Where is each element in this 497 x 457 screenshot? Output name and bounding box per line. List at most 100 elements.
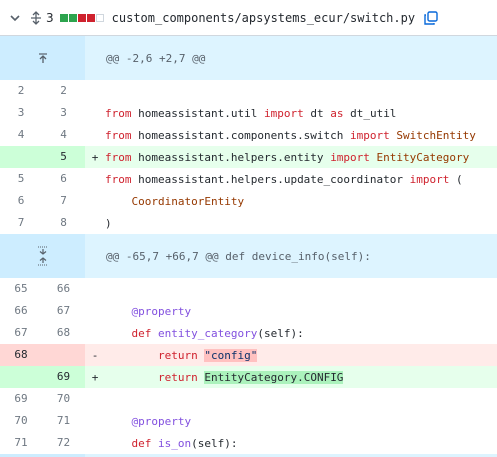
new-line-number[interactable]: 69 xyxy=(42,366,85,388)
code-token: dt xyxy=(303,106,331,120)
new-line-number[interactable]: 4 xyxy=(42,124,85,146)
old-line-number[interactable]: 70 xyxy=(0,410,42,432)
code-text: def entity_category(self): xyxy=(105,327,497,340)
code-text: from homeassistant.helpers.update_coordi… xyxy=(105,173,497,186)
new-line-number[interactable]: 3 xyxy=(42,102,85,124)
old-line-number[interactable]: 66 xyxy=(0,300,42,322)
context-line: 5 6 from homeassistant.helpers.update_coor… xyxy=(0,168,497,190)
old-line-number[interactable]: 2 xyxy=(0,80,42,102)
old-line-number[interactable] xyxy=(0,146,42,168)
new-line-number[interactable]: 67 xyxy=(42,300,85,322)
hunk-range: @@ -2,6 +2,7 @@ xyxy=(106,51,206,65)
diffstat-block xyxy=(68,13,77,22)
code-token: ( xyxy=(449,172,463,186)
code-token: SwitchEntity xyxy=(389,128,476,142)
expand-up-icon[interactable] xyxy=(0,36,85,80)
context-line: 4 4 from homeassistant.components.switch i… xyxy=(0,124,497,146)
code-token: is_on xyxy=(151,436,192,450)
old-line-number[interactable]: 6 xyxy=(0,190,42,212)
code-token: homeassistant.helpers.update_coordinator xyxy=(131,172,410,186)
code-token: CoordinatorEntity xyxy=(131,194,245,208)
code-text: return "config" xyxy=(105,348,497,362)
code-text: @property xyxy=(105,305,497,318)
code-token: import xyxy=(350,128,390,142)
chevron-down-icon[interactable] xyxy=(8,11,22,25)
old-line-number[interactable]: 4 xyxy=(0,124,42,146)
removed-line: 68 - return "config" xyxy=(0,344,497,366)
code-token: from xyxy=(105,150,132,164)
code-token: return xyxy=(157,348,198,362)
diff-sign: - xyxy=(91,348,99,362)
new-line-number[interactable]: 70 xyxy=(42,388,85,410)
new-line-number[interactable]: 7 xyxy=(42,190,85,212)
code-text: from homeassistant.util import dt as dt_… xyxy=(105,107,497,120)
context-line: 70 71 @property xyxy=(0,410,497,432)
hunk-range: @@ -65,7 +66,7 @@ def device_info(self): xyxy=(106,249,371,263)
diff-sign: + xyxy=(91,150,99,164)
old-line-number[interactable]: 7 xyxy=(0,212,42,234)
code-token: as xyxy=(330,106,344,120)
old-line-number[interactable]: 3 xyxy=(0,102,42,124)
code-token: dt_util xyxy=(343,106,397,120)
file-path-link[interactable]: custom_components/apsystems_ecur/switch.… xyxy=(112,11,415,25)
expand-both-icon[interactable] xyxy=(0,234,85,278)
new-line-number[interactable]: 2 xyxy=(42,80,85,102)
diffstat-block xyxy=(95,13,104,22)
new-line-number[interactable]: 68 xyxy=(42,322,85,344)
context-line: 22 xyxy=(0,80,497,102)
file-header: 3 custom_components/apsystems_ecur/switc… xyxy=(0,0,497,36)
code-text: def is_on(self): xyxy=(105,437,497,450)
copy-icon[interactable] xyxy=(423,10,439,26)
code-token: (self): xyxy=(257,326,304,340)
new-line-number[interactable]: 66 xyxy=(42,278,85,300)
new-line-number[interactable]: 5 xyxy=(42,146,85,168)
new-line-number[interactable]: 71 xyxy=(42,410,85,432)
code-token: EntityCategory.CONFIG xyxy=(204,370,344,384)
code-token: EntityCategory xyxy=(369,150,470,164)
added-line: 69 + return EntityCategory.CONFIG xyxy=(0,366,497,388)
code-text: from homeassistant.components.switch imp… xyxy=(105,129,497,142)
old-line-number[interactable]: 71 xyxy=(0,432,42,454)
new-line-number[interactable]: 8 xyxy=(42,212,85,234)
old-line-number[interactable]: 65 xyxy=(0,278,42,300)
code-text: @property xyxy=(105,415,497,428)
new-line-number[interactable] xyxy=(42,344,85,366)
old-line-number[interactable]: 68 xyxy=(0,344,42,366)
code-token: homeassistant.helpers.entity xyxy=(131,150,331,164)
context-line: 71 72 def is_on(self): xyxy=(0,432,497,454)
old-line-number[interactable]: 67 xyxy=(0,322,42,344)
code-token: def xyxy=(131,436,152,450)
code-token: from xyxy=(105,172,132,186)
context-line: 69 70 xyxy=(0,388,497,410)
context-line: 67 CoordinatorEntity xyxy=(0,190,497,212)
diffstat-block xyxy=(59,13,68,22)
code-token: (self): xyxy=(191,436,238,450)
old-line-number[interactable]: 5 xyxy=(0,168,42,190)
hunk-header: @@ -65,7 +66,7 @@ def device_info(self): xyxy=(0,234,497,278)
code-token: @property xyxy=(131,304,192,318)
diff-body: @@ -2,6 +2,7 @@ 2 2 3 3 from homeassistant.ut… xyxy=(0,36,497,457)
code-token: from xyxy=(105,106,132,120)
code-text: CoordinatorEntity xyxy=(105,195,497,208)
code-text: return EntityCategory.CONFIG xyxy=(105,370,497,384)
diffstat-block xyxy=(77,13,86,22)
expand-all-icon[interactable] xyxy=(29,10,43,25)
new-line-number[interactable]: 72 xyxy=(42,432,85,454)
context-line: 7 8) xyxy=(0,212,497,234)
code-token: homeassistant.components.switch xyxy=(131,128,351,142)
old-line-number[interactable] xyxy=(0,366,42,388)
code-text: from homeassistant.helpers.entity import… xyxy=(105,151,497,164)
hunk-header: @@ -2,6 +2,7 @@ xyxy=(0,36,497,80)
code-token: import xyxy=(330,150,370,164)
old-line-number[interactable]: 69 xyxy=(0,388,42,410)
code-token: @property xyxy=(131,414,192,428)
code-text: ) xyxy=(105,217,497,230)
new-line-number[interactable]: 6 xyxy=(42,168,85,190)
code-token: from xyxy=(105,128,132,142)
